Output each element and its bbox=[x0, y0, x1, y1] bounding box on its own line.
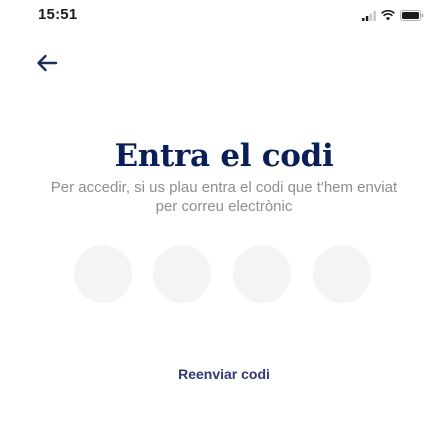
back-arrow-icon bbox=[36, 54, 58, 77]
resend-code-link[interactable]: Reenviar codi bbox=[178, 366, 270, 382]
status-time: 15:51 bbox=[38, 6, 78, 23]
verification-screen: 15:51 Entra el codi Per accedir, si us p… bbox=[0, 0, 448, 423]
code-digit-1[interactable] bbox=[74, 245, 132, 303]
code-digit-3[interactable] bbox=[233, 245, 291, 303]
code-digit-2[interactable] bbox=[153, 245, 211, 303]
cellular-signal-icon bbox=[362, 8, 376, 26]
page-title: Entra el codi bbox=[114, 138, 334, 174]
battery-icon bbox=[400, 8, 424, 26]
status-icons bbox=[362, 8, 424, 26]
status-bar: 15:51 bbox=[0, 0, 448, 34]
resend-code-container: Reenviar codi bbox=[0, 366, 448, 382]
page-subtitle: Per accedir, si us plau entra el codi qu… bbox=[50, 179, 398, 215]
wifi-icon bbox=[381, 8, 395, 26]
code-input-group bbox=[0, 245, 448, 303]
code-digit-4[interactable] bbox=[313, 245, 371, 303]
back-button[interactable] bbox=[32, 52, 62, 78]
